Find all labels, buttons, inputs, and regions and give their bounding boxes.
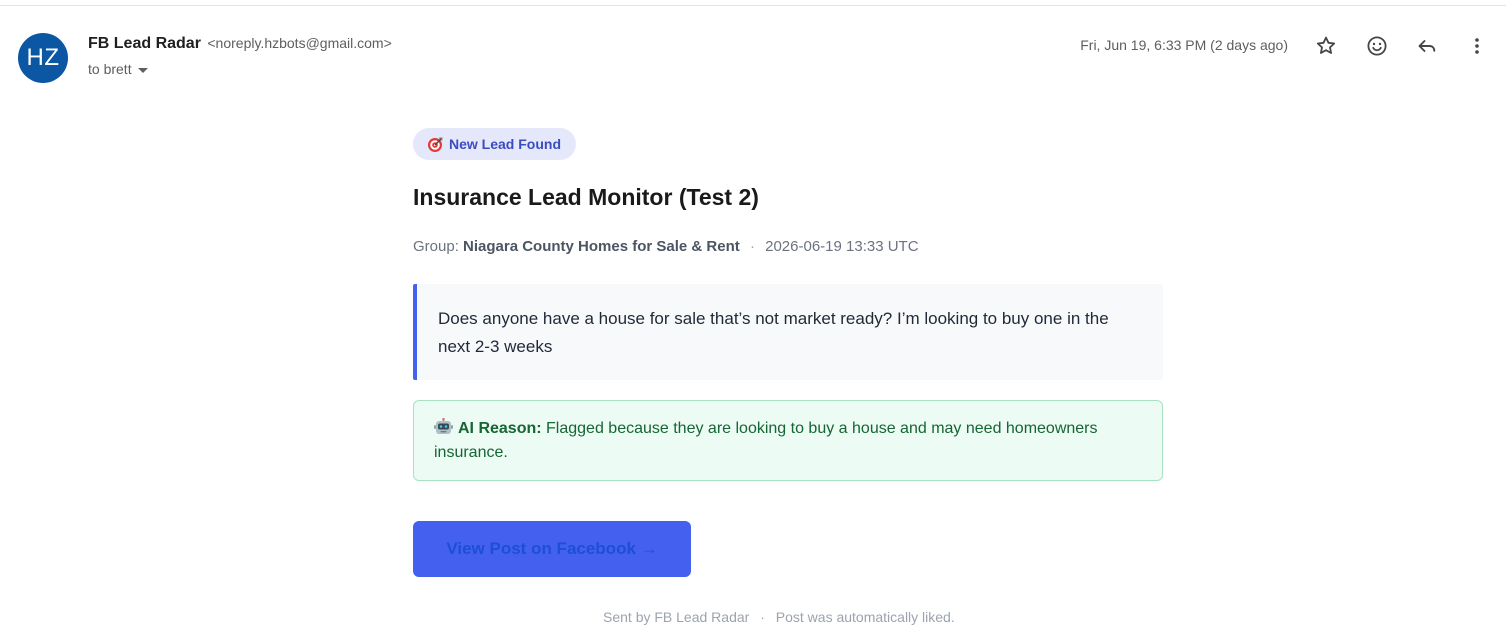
footer-separator: ·	[760, 609, 765, 625]
ai-reason-label: AI Reason:	[458, 420, 542, 437]
reply-button[interactable]	[1413, 32, 1441, 60]
email-footer: Sent by FB Lead Radar · Post was automat…	[603, 609, 955, 625]
new-lead-badge: New Lead Found	[413, 128, 576, 160]
robot-icon	[434, 418, 453, 434]
post-quote: Does anyone have a house for sale that’s…	[413, 284, 1163, 380]
top-divider	[0, 5, 1506, 6]
recipient-details-toggle[interactable]: to brett	[88, 61, 148, 77]
sender-avatar[interactable]: HZ	[18, 33, 68, 83]
reply-icon	[1418, 40, 1436, 52]
meta-separator: ·	[749, 238, 755, 255]
sender-name[interactable]: FB Lead Radar	[88, 35, 201, 52]
email-title: Insurance Lead Monitor (Test 2)	[413, 184, 759, 210]
target-icon	[428, 137, 443, 152]
emoji-icon	[1367, 36, 1387, 56]
post-text: Does anyone have a house for sale that’s…	[438, 309, 1109, 356]
star-button[interactable]	[1312, 32, 1340, 60]
sender-email: <noreply.hzbots@gmail.com>	[207, 35, 392, 51]
more-options-button[interactable]	[1463, 32, 1491, 60]
post-datetime: 2026-06-19 13:33 UTC	[765, 238, 919, 255]
badge-label: New Lead Found	[449, 136, 561, 152]
group-label: Group:	[413, 238, 459, 255]
sender-line: FB Lead Radar <noreply.hzbots@gmail.com>	[88, 35, 392, 53]
footer-note: Post was automatically liked.	[775, 609, 955, 625]
email-timestamp: Fri, Jun 19, 6:33 PM (2 days ago)	[1080, 37, 1288, 53]
more-vert-icon	[1475, 38, 1479, 54]
recipient-label: to brett	[88, 61, 132, 77]
caret-down-icon[interactable]	[137, 67, 148, 73]
footer-sent-by: Sent by FB Lead Radar	[603, 609, 750, 625]
add-reaction-button[interactable]	[1363, 32, 1391, 60]
email-body: New Lead Found Insurance Lead Monitor (T…	[413, 128, 1163, 625]
ai-reason-box: AI Reason: Flagged because they are look…	[413, 400, 1163, 481]
view-post-button[interactable]: View Post on Facebook →	[413, 521, 691, 577]
post-meta: Group: Niagara County Homes for Sale & R…	[413, 238, 919, 255]
group-name: Niagara County Homes for Sale & Rent	[463, 238, 740, 255]
star-icon	[1316, 36, 1336, 54]
